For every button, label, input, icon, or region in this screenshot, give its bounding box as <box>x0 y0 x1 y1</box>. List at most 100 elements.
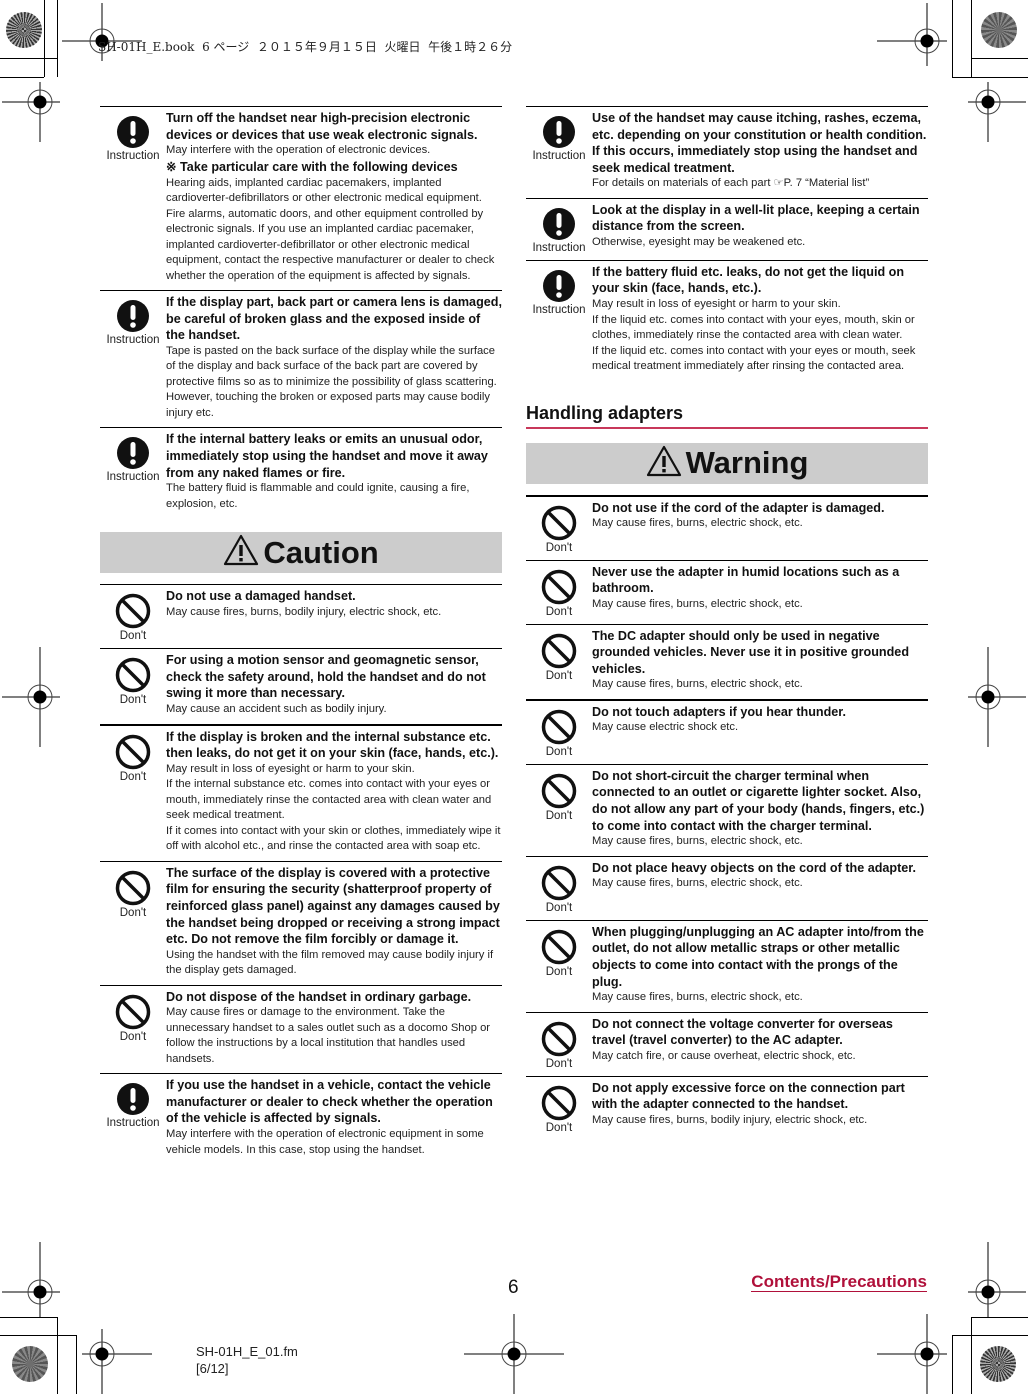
item-title: Never use the adapter in humid locations… <box>592 564 900 596</box>
item-body: May cause electric shock etc. <box>592 721 739 734</box>
item-body: May cause fires, burns, electric shock, … <box>592 877 803 890</box>
registration-mosaic-icon <box>980 1346 1016 1382</box>
instruction-label: Instruction <box>106 150 160 162</box>
source-file-info: SH-01H_E_01.fm [6/12] <box>196 1343 298 1377</box>
item-title: Do not use if the cord of the adapter is… <box>592 500 885 515</box>
item-title: When plugging/unplugging an AC adapter i… <box>592 924 924 989</box>
item-title: The DC adapter should only be used in ne… <box>592 628 910 676</box>
instruction-label: Instruction <box>106 1117 160 1130</box>
item-title: Use of the handset may cause itching, ra… <box>592 111 927 175</box>
dont-item: Don't Do not place heavy objects on the c… <box>526 855 928 920</box>
exclamation-icon <box>117 1083 149 1116</box>
dont-item: Don't Do not touch adapters if you hear t… <box>526 698 928 764</box>
dont-item: Don't Do not apply excessive force on the… <box>526 1075 928 1140</box>
item-body: May cause fires, burns, electric shock, … <box>592 597 803 610</box>
exclamation-icon <box>117 300 149 333</box>
dont-item: Don't Do not connect the voltage converte… <box>526 1011 928 1076</box>
item-body: The battery fluid is flammable and could… <box>166 482 470 510</box>
instruction-label: Instruction <box>106 334 160 347</box>
prohibition-icon <box>115 734 151 769</box>
exclamation-icon <box>543 269 575 302</box>
item-title: If the internal battery leaks or emits a… <box>166 432 488 480</box>
instruction-label: Instruction <box>532 241 586 254</box>
registration-mosaic-icon <box>6 12 42 48</box>
dont-item: Don't The DC adapter should only be used … <box>526 623 928 699</box>
source-file: SH-01H_E_01.fm <box>196 1344 298 1359</box>
page-range: [6/12] <box>196 1361 229 1376</box>
prohibition-icon <box>115 658 151 693</box>
dont-item: Don't Do not dispose of the handset in o… <box>100 984 502 1074</box>
prohibition-icon <box>115 870 151 905</box>
item-title: Do not short-circuit the charger termina… <box>592 768 925 833</box>
item-body: May result in loss of eyesight or harm t… <box>592 298 916 373</box>
crosshair-icon <box>2 647 60 747</box>
dont-label: Don't <box>545 745 573 758</box>
item-body: May cause fires or damage to the environ… <box>166 1006 491 1065</box>
instruction-item: Instruction If the battery fluid etc. le… <box>526 259 928 381</box>
dont-item: Don't If the display is broken and the i… <box>100 723 502 861</box>
prohibition-icon <box>541 633 577 668</box>
prohibition-icon <box>541 1085 577 1120</box>
instruction-item: Instruction Look at the display in a wel… <box>526 197 928 260</box>
dont-label: Don't <box>545 605 573 618</box>
section-link[interactable]: Contents/Precautions <box>751 1272 927 1292</box>
prohibition-icon <box>541 505 577 540</box>
warning-banner: Warning <box>526 442 928 484</box>
item-title: Do not touch adapters if you hear thunde… <box>592 704 846 719</box>
dont-label: Don't <box>119 906 147 919</box>
dont-item: Don't Do not short-circuit the charger te… <box>526 763 928 856</box>
dont-label: Don't <box>119 1030 147 1043</box>
right-column: Instruction Use of the handset may cause… <box>526 106 928 1140</box>
dont-label: Don't <box>119 770 147 783</box>
item-body: May interfere with the operation of elec… <box>166 1128 484 1156</box>
warning-triangle-icon <box>224 535 259 566</box>
registration-mosaic-icon <box>12 1346 48 1382</box>
item-title: Do not dispose of the handset in ordinar… <box>166 989 472 1004</box>
dont-label: Don't <box>119 694 147 707</box>
item-body: May cause an accident such as bodily inj… <box>166 703 387 716</box>
exclamation-icon <box>543 116 575 148</box>
item-title: If the battery fluid etc. leaks, do not … <box>592 264 905 296</box>
caution-banner: Caution <box>100 532 502 574</box>
dont-item: Don't When plugging/unplugging an AC adap… <box>526 919 928 1012</box>
item-title: Do not use a damaged handset. <box>166 589 356 604</box>
item-body: Tape is pasted on the back surface of th… <box>166 344 497 419</box>
item-body[interactable]: For details on materials of each part ☞P… <box>592 176 928 192</box>
item-title: Turn off the handset near high-precision… <box>166 111 478 142</box>
prohibition-icon <box>541 1021 577 1056</box>
dont-item: Don't Do not use if the cord of the adapt… <box>526 494 928 560</box>
crosshair-icon <box>968 647 1026 747</box>
item-body: May catch fire, or cause overheat, elect… <box>592 1049 856 1062</box>
crosshair-icon <box>968 1242 1026 1317</box>
instruction-item: Instruction If the display part, back pa… <box>100 290 502 427</box>
item-body: May cause fires, burns, bodily injury, e… <box>166 605 442 618</box>
prohibition-icon <box>115 594 151 629</box>
item-body: May result in loss of eyesight or harm t… <box>166 762 501 853</box>
print-stamp: SH-01H_E.book 6 ページ ２０１５年９月１５日 火曜日 午後１時２… <box>98 40 513 54</box>
registration-mosaic-icon <box>981 12 1017 48</box>
dont-label: Don't <box>119 630 147 643</box>
prohibition-icon <box>541 929 577 964</box>
instruction-label: Instruction <box>532 303 586 316</box>
item-title: Look at the display in a well-lit place,… <box>592 202 920 234</box>
instruction-label: Instruction <box>532 150 586 162</box>
item-title: If you use the handset in a vehicle, con… <box>166 1078 493 1126</box>
item-body: May cause fires, burns, electric shock, … <box>592 835 803 848</box>
crosshair-icon <box>464 1314 564 1394</box>
dont-label: Don't <box>545 965 573 978</box>
left-column: Instruction Turn off the handset near hi… <box>100 106 502 1164</box>
dont-item: Don't For using a motion sensor and geom… <box>100 648 502 723</box>
item-title: Do not connect the voltage converter for… <box>592 1016 893 1048</box>
section-title: Handling adapters <box>526 393 928 429</box>
crosshair-icon <box>968 82 1026 142</box>
caution-banner-text: Caution <box>263 534 379 570</box>
exclamation-icon <box>117 437 149 470</box>
prohibition-icon <box>541 709 577 745</box>
dont-label: Don't <box>545 1121 573 1134</box>
item-body: Otherwise, eyesight may be weakened etc. <box>592 236 806 249</box>
item-body: May cause fires, burns, bodily injury, e… <box>592 1113 868 1126</box>
exclamation-icon <box>543 207 575 240</box>
item-body: May cause fires, burns, electric shock, … <box>592 991 803 1004</box>
instruction-item: Instruction Turn off the handset near hi… <box>100 106 502 290</box>
prohibition-icon <box>115 994 151 1029</box>
